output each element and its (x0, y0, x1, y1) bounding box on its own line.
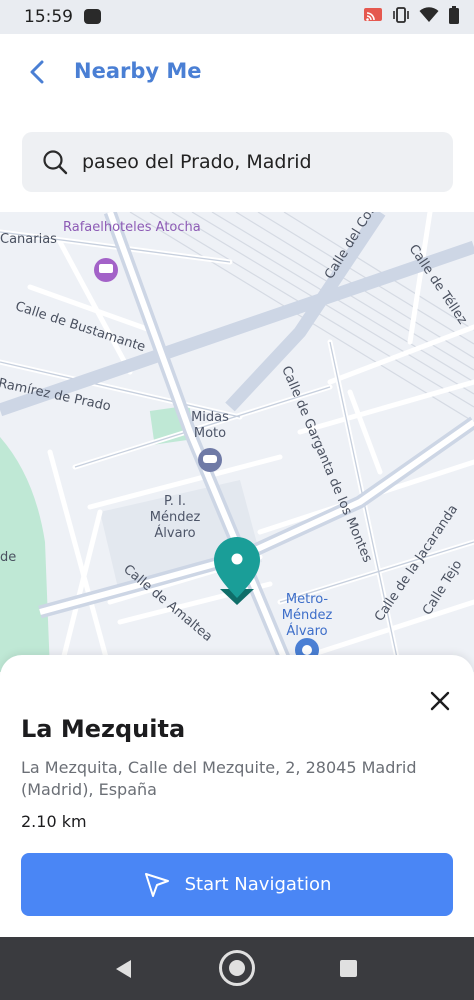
back-button[interactable] (20, 56, 54, 88)
metro-label-line: Álvaro (286, 624, 328, 639)
status-time: 15:59 (24, 7, 73, 27)
industrial-area-label: P. I. Méndez Álvaro (142, 494, 208, 542)
hotel-label: Rafaelhoteles Atocha (63, 220, 201, 235)
search-icon (43, 150, 68, 175)
metro-label: Metro- Méndez Álvaro (276, 592, 338, 640)
app-bar: Nearby Me (0, 34, 474, 110)
metro-label-line: Méndez (281, 608, 333, 623)
metro-symbol-icon (302, 645, 312, 655)
search-bar[interactable] (22, 132, 453, 192)
system-home-icon[interactable] (219, 950, 255, 986)
chevron-left-icon (30, 60, 44, 84)
status-bar: 15:59 (0, 0, 474, 34)
industrial-label-line: Álvaro (154, 526, 196, 541)
street-label: Canarias (0, 232, 57, 247)
wifi-icon (419, 7, 439, 27)
navigation-arrow-icon (144, 872, 169, 897)
place-details-sheet: La Mezquita La Mezquita, Calle del Mezqu… (0, 655, 474, 937)
map-view[interactable]: Canarias Calle de Bustamante Ramírez de … (0, 212, 474, 672)
bed-icon (99, 264, 113, 273)
cast-icon (363, 7, 383, 27)
status-icons (363, 6, 460, 28)
vibrate-icon (392, 7, 410, 27)
system-back-icon[interactable] (114, 959, 134, 979)
start-navigation-label: Start Navigation (184, 874, 332, 895)
map-canvas (0, 212, 474, 672)
system-navigation-bar (0, 937, 474, 1000)
search-input[interactable] (82, 151, 422, 173)
home-dot (229, 960, 245, 976)
battery-icon (448, 6, 460, 28)
place-name: La Mezquita (21, 715, 186, 743)
place-distance: 2.10 km (21, 812, 87, 831)
system-recents-icon[interactable] (340, 960, 357, 977)
metro-label-line: Metro- (285, 592, 329, 607)
start-navigation-button[interactable]: Start Navigation (21, 853, 453, 916)
industrial-label-line: Méndez (149, 510, 201, 525)
page-title: Nearby Me (74, 59, 202, 83)
moto-label: Midas Moto (191, 410, 229, 441)
vehicle-icon (203, 455, 217, 463)
street-label: de (0, 550, 17, 565)
close-icon[interactable] (428, 689, 452, 713)
industrial-label-line: P. I. (163, 494, 187, 509)
place-address: La Mezquita, Calle del Mezquite, 2, 2804… (21, 758, 417, 799)
notification-dot-icon (84, 9, 101, 24)
